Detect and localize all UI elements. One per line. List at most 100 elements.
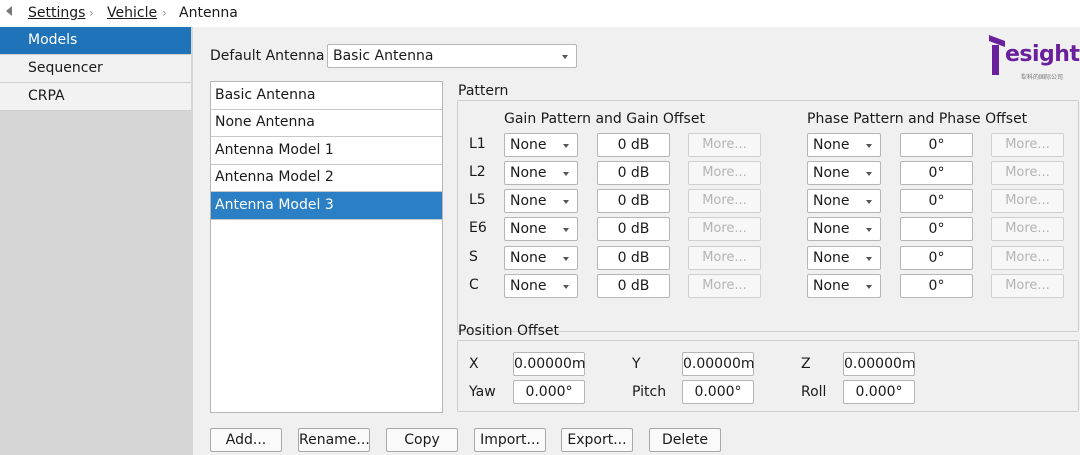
pitch-field[interactable]: 0.000° — [682, 380, 754, 404]
desight-logo: esight 犁科的国际公司 — [985, 29, 1080, 81]
chevron-down-icon — [866, 257, 872, 261]
phase-pattern-select[interactable]: None — [807, 133, 881, 157]
sidebar-item-sequencer[interactable]: Sequencer — [0, 55, 191, 83]
list-item[interactable]: Antenna Model 2 — [211, 164, 442, 192]
phase-more-button[interactable]: More... — [991, 189, 1064, 213]
phase-more-button[interactable]: More... — [991, 217, 1064, 241]
phase-pattern-select[interactable]: None — [807, 274, 881, 298]
gain-pattern-value: None — [510, 278, 547, 294]
gain-more-button[interactable]: More... — [688, 274, 761, 298]
chevron-down-icon — [866, 172, 872, 176]
phase-more-button[interactable]: More... — [991, 274, 1064, 298]
band-label: L1 — [469, 136, 486, 152]
chevron-right-icon: › — [162, 6, 167, 20]
logo-wordmark: esight — [1005, 42, 1080, 67]
antenna-model-list: Basic Antenna None Antenna Antenna Model… — [210, 81, 443, 413]
phase-pattern-select[interactable]: None — [807, 161, 881, 185]
phase-offset-field[interactable]: 0° — [900, 133, 973, 157]
copy-button[interactable]: Copy — [386, 428, 458, 452]
phase-pattern-value: None — [813, 137, 850, 153]
phase-pattern-select[interactable]: None — [807, 189, 881, 213]
chevron-down-icon — [563, 200, 569, 204]
gain-more-button[interactable]: More... — [688, 161, 761, 185]
list-item[interactable]: Antenna Model 1 — [211, 137, 442, 165]
chevron-down-icon — [866, 228, 872, 232]
gain-pattern-select[interactable]: None — [504, 274, 578, 298]
pitch-label: Pitch — [632, 384, 667, 400]
default-antenna-select[interactable]: Basic Antenna — [327, 44, 577, 68]
gain-pattern-select[interactable]: None — [504, 133, 578, 157]
roll-label: Roll — [801, 384, 827, 400]
yaw-label: Yaw — [469, 384, 496, 400]
z-label: Z — [801, 356, 811, 372]
gain-offset-field[interactable]: 0 dB — [597, 161, 670, 185]
phase-offset-field[interactable]: 0° — [900, 161, 973, 185]
gain-pattern-select[interactable]: None — [504, 217, 578, 241]
export-button[interactable]: Export... — [561, 428, 633, 452]
default-antenna-label: Default Antenna — [210, 48, 325, 64]
x-label: X — [469, 356, 479, 372]
y-offset-field[interactable]: 0.00000m — [682, 352, 755, 376]
chevron-right-icon: › — [89, 6, 94, 20]
band-label: C — [469, 277, 479, 293]
gain-more-button[interactable]: More... — [688, 246, 761, 270]
phase-header: Phase Pattern and Phase Offset — [807, 111, 1028, 127]
sidebar-item-crpa[interactable]: CRPA — [0, 83, 191, 111]
import-button[interactable]: Import... — [474, 428, 546, 452]
gain-offset-field[interactable]: 0 dB — [597, 274, 670, 298]
gain-offset-field[interactable]: 0 dB — [597, 189, 670, 213]
phase-pattern-value: None — [813, 278, 850, 294]
gain-offset-field[interactable]: 0 dB — [597, 217, 670, 241]
chevron-down-icon — [563, 285, 569, 289]
z-offset-field[interactable]: 0.00000m — [843, 352, 916, 376]
phase-offset-field[interactable]: 0° — [900, 217, 973, 241]
phase-pattern-value: None — [813, 221, 850, 237]
phase-pattern-select[interactable]: None — [807, 246, 881, 270]
phase-pattern-value: None — [813, 250, 850, 266]
add-button[interactable]: Add... — [210, 428, 282, 452]
rename-button[interactable]: Rename... — [298, 428, 370, 452]
antenna-panel: Default Antenna Basic Antenna esight 犁科的… — [193, 27, 1080, 455]
gain-pattern-select[interactable]: None — [504, 189, 578, 213]
breadcrumb: Settings › Vehicle › Antenna — [0, 0, 1080, 27]
list-item[interactable]: None Antenna — [211, 109, 442, 137]
list-item-selected[interactable]: Antenna Model 3 — [211, 192, 442, 220]
breadcrumb-antenna: Antenna — [179, 5, 238, 21]
gain-pattern-value: None — [510, 165, 547, 181]
gain-pattern-select[interactable]: None — [504, 161, 578, 185]
gain-more-button[interactable]: More... — [688, 133, 761, 157]
gain-more-button[interactable]: More... — [688, 217, 761, 241]
chevron-down-icon — [866, 285, 872, 289]
sidebar-item-models[interactable]: Models — [0, 27, 191, 55]
roll-field[interactable]: 0.000° — [843, 380, 915, 404]
phase-more-button[interactable]: More... — [991, 246, 1064, 270]
breadcrumb-settings[interactable]: Settings — [28, 5, 85, 21]
logo-subtitle: 犁科的国际公司 — [1021, 74, 1064, 81]
back-arrow-icon[interactable] — [6, 6, 12, 16]
gain-more-button[interactable]: More... — [688, 189, 761, 213]
list-item[interactable]: Basic Antenna — [211, 82, 442, 110]
phase-more-button[interactable]: More... — [991, 161, 1064, 185]
phase-offset-field[interactable]: 0° — [900, 246, 973, 270]
phase-pattern-select[interactable]: None — [807, 217, 881, 241]
band-label: L5 — [469, 192, 486, 208]
phase-offset-field[interactable]: 0° — [900, 189, 973, 213]
band-label: E6 — [469, 220, 487, 236]
chevron-down-icon — [563, 257, 569, 261]
chevron-down-icon — [866, 200, 872, 204]
gain-pattern-value: None — [510, 250, 547, 266]
phase-pattern-value: None — [813, 193, 850, 209]
gain-offset-field[interactable]: 0 dB — [597, 246, 670, 270]
gain-offset-field[interactable]: 0 dB — [597, 133, 670, 157]
chevron-down-icon — [563, 144, 569, 148]
phase-offset-field[interactable]: 0° — [900, 274, 973, 298]
default-antenna-value: Basic Antenna — [333, 48, 434, 64]
breadcrumb-vehicle[interactable]: Vehicle — [107, 5, 157, 21]
phase-more-button[interactable]: More... — [991, 133, 1064, 157]
x-offset-field[interactable]: 0.00000m — [513, 352, 586, 376]
yaw-field[interactable]: 0.000° — [513, 380, 585, 404]
delete-button[interactable]: Delete — [649, 428, 721, 452]
gain-pattern-select[interactable]: None — [504, 246, 578, 270]
sidebar: Models Sequencer CRPA — [0, 27, 191, 455]
y-label: Y — [632, 356, 641, 372]
